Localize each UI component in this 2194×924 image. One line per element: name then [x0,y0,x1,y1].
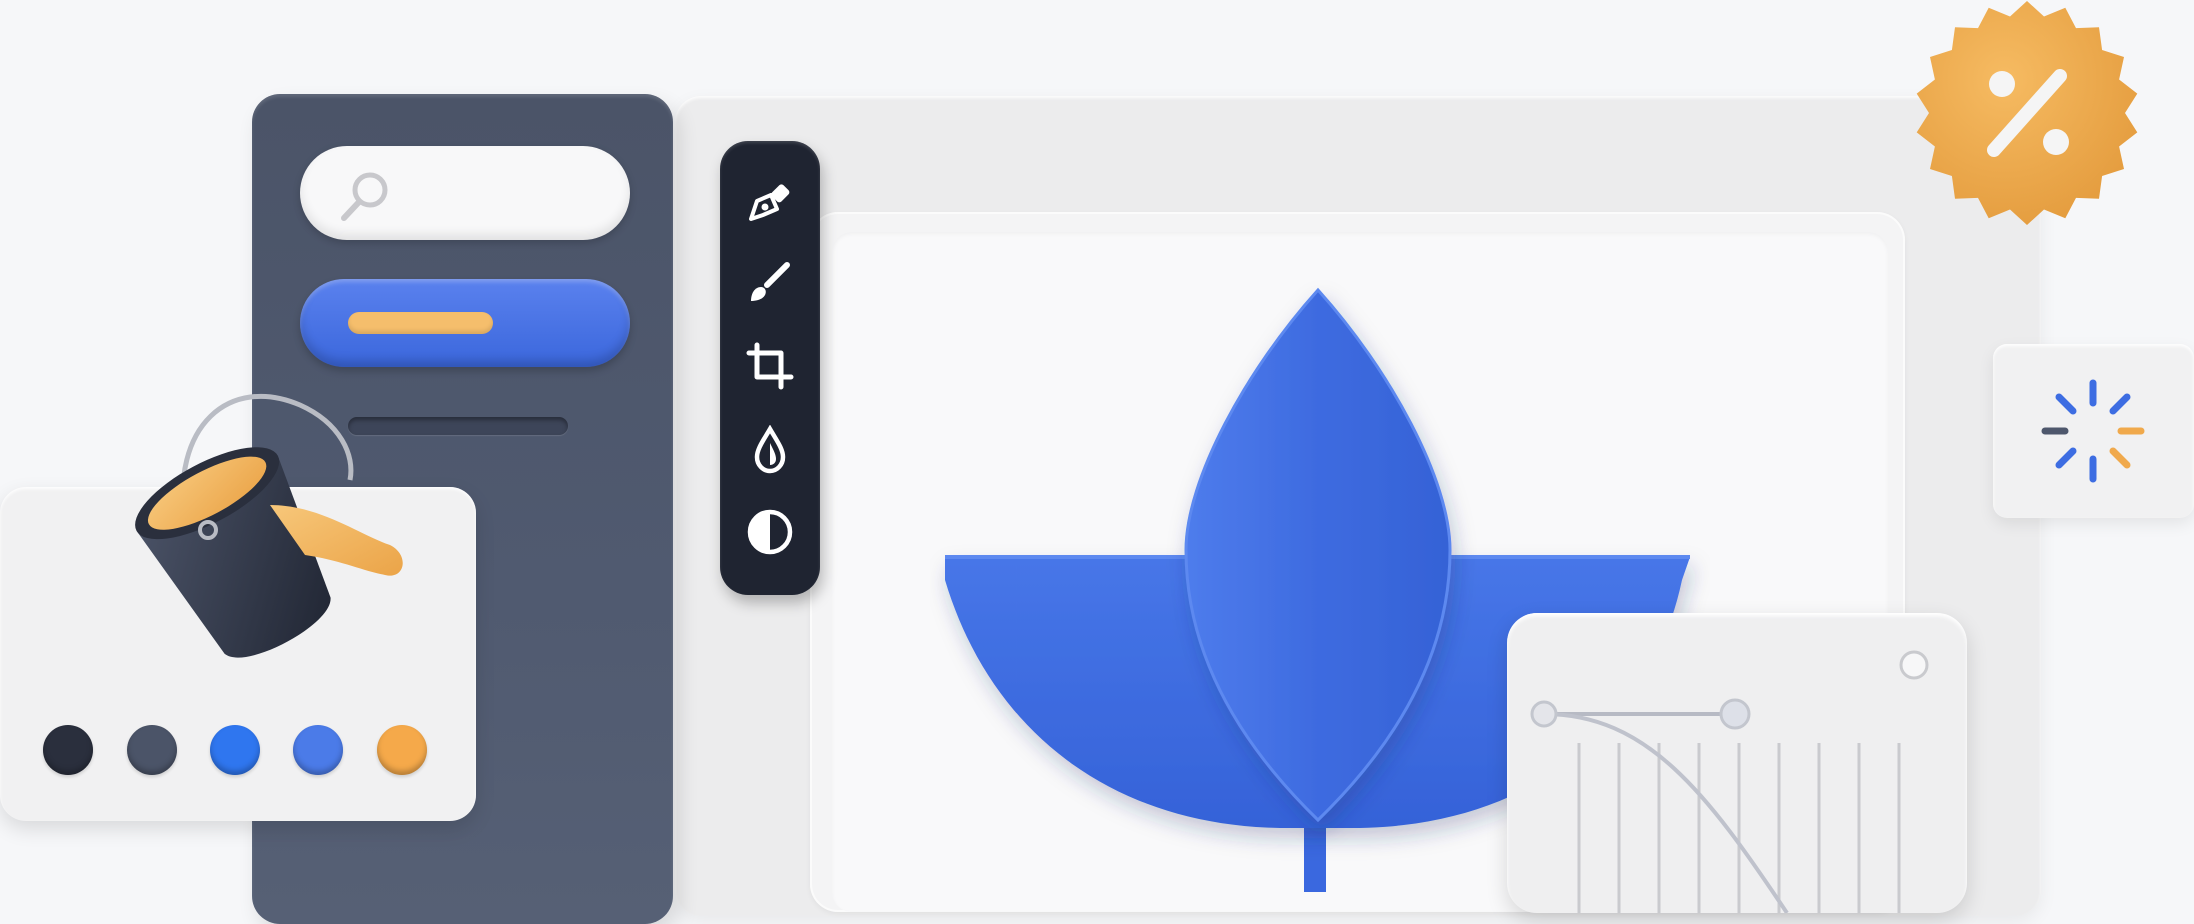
search-input[interactable] [300,146,630,240]
pen-tool-button[interactable] [740,172,800,232]
brush-tool-button[interactable] [740,252,800,312]
paint-bucket-icon [135,393,403,658]
contrast-icon [747,509,793,555]
swatch-1[interactable] [127,725,177,775]
crop-tool-button[interactable] [740,336,800,396]
swatch-3[interactable] [293,725,343,775]
curves-panel[interactable] [1507,613,1967,913]
droplet-icon [754,425,786,474]
loading-card [1993,344,2194,518]
swatch-2[interactable] [210,725,260,775]
brush-icon [751,262,790,301]
swatch-0[interactable] [43,725,93,775]
discount-badge[interactable] [1914,0,2140,226]
crop-icon [746,342,794,390]
loading-spinner-icon [2041,379,2145,483]
button-label-placeholder [348,312,493,334]
droplet-tool-button[interactable] [740,420,800,480]
contrast-tool-button[interactable] [740,502,800,562]
pen-nib-icon [749,184,790,221]
search-icon [341,172,388,221]
swatch-4[interactable] [377,725,427,775]
curve-adjust-icon [1530,650,1929,913]
